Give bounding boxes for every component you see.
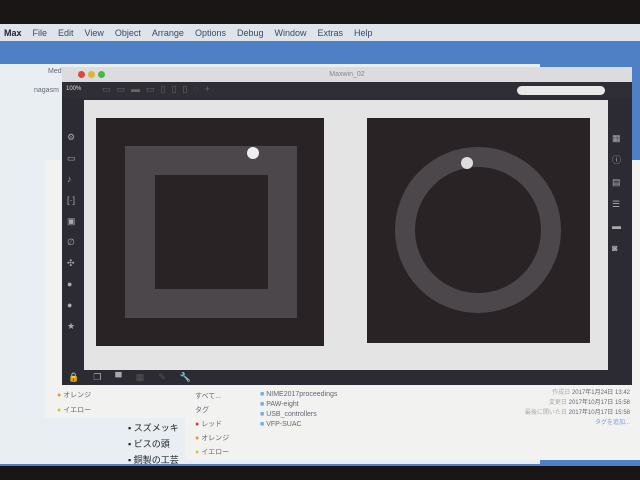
max-patcher-window: Maxwin_02 100% ▭▭▬▭▯▯▯◌+ ⚙ ▭ ♪ [·] ▣ ∅ ✣ ● ● ★ ▦ ⓘ…: [62, 67, 632, 385]
folder-item[interactable]: ■ USB_controllers: [260, 410, 337, 420]
search-input[interactable]: [517, 86, 605, 95]
info-modified: 変更日 2017年10月17日 15:58: [548, 400, 630, 406]
finder-sidebar: すべて... タグ ● レッド ● オレンジ ● イエロー: [195, 390, 229, 460]
windows-icon[interactable]: ❐: [93, 372, 115, 382]
tag-orange[interactable]: ● オレンジ: [57, 388, 91, 403]
square-slider-panel[interactable]: [96, 118, 324, 346]
menu-app[interactable]: Max: [4, 28, 22, 38]
bullet-list: ▪ スズメッキ ▪ ビスの頭 ▪ 銅製の工芸: [128, 420, 179, 468]
presentation-icon[interactable]: ▀: [115, 372, 135, 382]
camera-icon[interactable]: ◙: [612, 237, 621, 259]
star-icon[interactable]: ★: [67, 316, 76, 337]
tag-yellow[interactable]: ● イエロー: [195, 446, 229, 460]
info-panel: 作成日 2017年1月24日 13:42 変更日 2017年10月17日 15:…: [465, 388, 630, 428]
music-icon[interactable]: ♪: [67, 169, 76, 190]
info-opened: 最後に開いた日 2017年10月17日 15:58: [524, 410, 630, 416]
title-bar: Maxwin_02: [62, 67, 632, 82]
window-title: Maxwin_02: [329, 71, 365, 78]
bracket-icon[interactable]: [·]: [67, 190, 76, 211]
info-icon[interactable]: ⓘ: [612, 149, 621, 171]
menu-edit[interactable]: Edit: [58, 28, 74, 38]
tag-red[interactable]: ● レッド: [195, 418, 229, 432]
link-icon[interactable]: ∅: [67, 232, 76, 253]
image-icon[interactable]: ▣: [67, 211, 76, 232]
arrows-icon[interactable]: ✣: [67, 253, 76, 274]
gear-icon[interactable]: ⚙: [67, 127, 76, 148]
zoom-level[interactable]: 100%: [66, 86, 81, 92]
tag-yellow[interactable]: ● イエロー: [57, 403, 91, 418]
folder-item[interactable]: ■ PAW-eight: [260, 400, 337, 410]
grid-icon[interactable]: ▦: [136, 372, 159, 382]
menu-view[interactable]: View: [85, 28, 104, 38]
left-sidebar: ⚙ ▭ ♪ [·] ▣ ∅ ✣ ● ● ★: [67, 127, 76, 337]
menu-extras[interactable]: Extras: [318, 28, 344, 38]
menu-debug[interactable]: Debug: [237, 28, 264, 38]
object-palette-icons[interactable]: ▭▭▬▭▯▯▯◌+: [102, 84, 216, 95]
menu-options[interactable]: Options: [195, 28, 226, 38]
browser-tab[interactable]: Med: [48, 68, 62, 75]
doc-icon[interactable]: ▤: [612, 171, 621, 193]
right-sidebar: ▦ ⓘ ▤ ☰ ▬ ◙: [612, 127, 621, 259]
folder-item[interactable]: ■ VFP-SUAC: [260, 420, 337, 430]
grid-icon[interactable]: ▦: [612, 127, 621, 149]
folder-list: ■ NIME2017proceedings ■ PAW-eight ■ USB_…: [260, 390, 337, 430]
folder-item[interactable]: ■ NIME2017proceedings: [260, 390, 337, 400]
circle-icon[interactable]: ●: [67, 274, 76, 295]
patcher-toolbar: 100% ▭▭▬▭▯▯▯◌+: [62, 82, 632, 98]
comment-icon[interactable]: ▬: [612, 215, 621, 237]
tag-orange[interactable]: ● オレンジ: [195, 432, 229, 446]
finder-tags-left: ● オレンジ ● イエロー: [57, 388, 91, 418]
menu-arrange[interactable]: Arrange: [152, 28, 184, 38]
minimize-button[interactable]: [88, 71, 95, 78]
tags-header: タグ: [195, 407, 209, 414]
menu-help[interactable]: Help: [354, 28, 373, 38]
circle-knob[interactable]: [461, 157, 473, 169]
bottom-toolbar: 🔒❐▀▦✎🔧: [68, 372, 205, 383]
bullet-item: ▪ 銅製の工芸: [128, 455, 179, 465]
close-button[interactable]: [78, 71, 85, 78]
bullet-item: ▪ ビスの頭: [128, 439, 170, 449]
patcher-canvas[interactable]: [84, 100, 608, 370]
menu-bar: Max File Edit View Object Arrange Option…: [0, 24, 640, 41]
square-inner: [155, 175, 268, 289]
menu-window[interactable]: Window: [275, 28, 307, 38]
circle-slider-panel[interactable]: [367, 118, 590, 343]
square-knob[interactable]: [247, 147, 259, 159]
wrench-icon[interactable]: 🔧: [180, 372, 205, 382]
list-icon[interactable]: ▭: [67, 148, 76, 169]
list-icon[interactable]: ☰: [612, 193, 621, 215]
debug-icon[interactable]: ✎: [158, 372, 180, 382]
bullet-item: ▪ スズメッキ: [128, 423, 179, 433]
lock-icon[interactable]: 🔒: [68, 372, 93, 382]
circle-ring: [395, 147, 561, 313]
zoom-button[interactable]: [98, 71, 105, 78]
add-tag-link[interactable]: タグを追加...: [465, 418, 630, 428]
menu-object[interactable]: Object: [115, 28, 141, 38]
all-tags[interactable]: すべて...: [195, 390, 229, 404]
menu-file[interactable]: File: [33, 28, 48, 38]
circle-icon[interactable]: ●: [67, 295, 76, 316]
address-bar[interactable]: nagasm: [34, 87, 59, 94]
info-created: 作成日 2017年1月24日 13:42: [552, 390, 630, 396]
